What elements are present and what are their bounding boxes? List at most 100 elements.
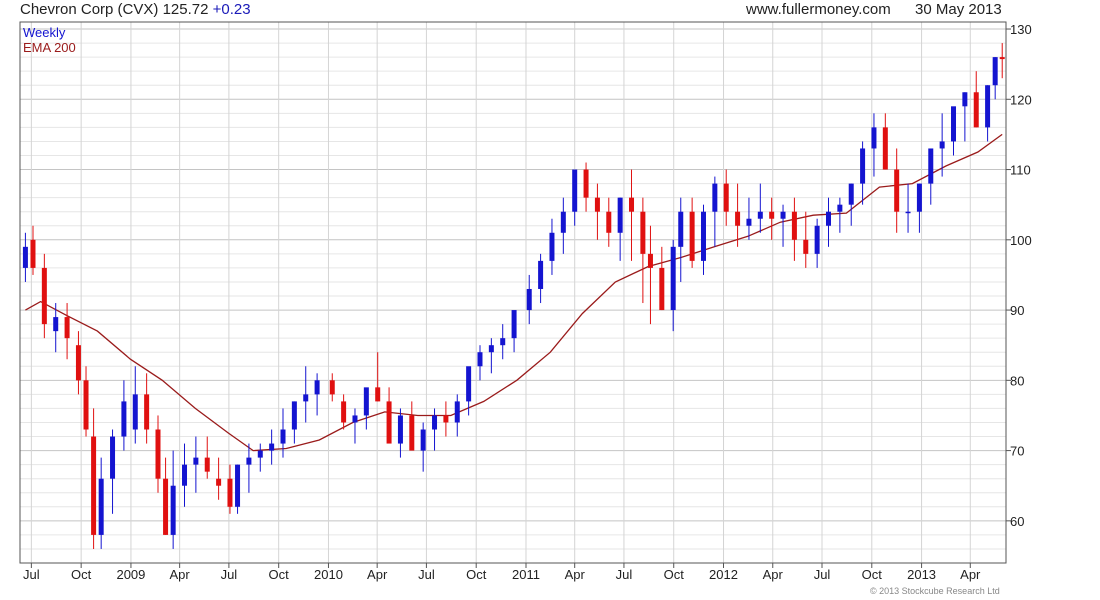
- candle-body: [757, 211, 763, 219]
- candle: [75, 331, 81, 395]
- candle: [617, 197, 623, 261]
- candle-body: [454, 401, 460, 423]
- candle: [951, 106, 957, 156]
- candle-body: [132, 394, 138, 430]
- candle-body: [594, 197, 600, 212]
- candle-body: [769, 211, 775, 219]
- candle: [454, 394, 460, 437]
- candle: [962, 92, 968, 142]
- y-tick-label: 80: [1010, 373, 1024, 388]
- candle-body: [420, 429, 426, 451]
- x-tick-label: 2011: [512, 567, 540, 582]
- candle-body: [746, 218, 752, 226]
- candle: [999, 43, 1005, 79]
- candle-body: [780, 211, 786, 219]
- candle: [204, 436, 210, 479]
- candle: [712, 176, 718, 247]
- candle: [659, 246, 665, 311]
- candle-body: [314, 380, 320, 395]
- candle-body: [951, 106, 957, 142]
- candle-body: [606, 211, 612, 233]
- legend-ema-200: EMA 200: [23, 40, 76, 55]
- candle: [257, 443, 263, 472]
- candle: [132, 366, 138, 444]
- candle: [723, 169, 729, 226]
- y-tick-label: 100: [1010, 233, 1032, 248]
- candle: [860, 141, 866, 205]
- candle: [303, 366, 309, 423]
- candle: [269, 429, 275, 465]
- candle-body: [837, 204, 843, 212]
- candle: [144, 373, 150, 444]
- candle: [432, 408, 438, 451]
- candle: [670, 239, 676, 332]
- candle-body: [144, 394, 150, 430]
- candle-body: [193, 457, 199, 465]
- candle: [928, 148, 934, 205]
- candle: [386, 387, 392, 444]
- x-tick-label: Jul: [221, 567, 238, 582]
- candle-body: [723, 183, 729, 212]
- candle-body: [791, 211, 797, 240]
- candle-body: [560, 211, 566, 233]
- candle: [170, 450, 176, 549]
- candle-body: [928, 148, 934, 184]
- candle-body: [659, 267, 665, 311]
- candle-body: [640, 211, 646, 254]
- candle-body: [235, 464, 241, 507]
- x-tick-label: 2013: [907, 567, 936, 582]
- candle: [329, 373, 335, 402]
- candle-body: [689, 211, 695, 261]
- candle-body: [83, 380, 89, 430]
- candle-body: [894, 169, 900, 212]
- candle: [837, 197, 843, 233]
- x-tick-label: Oct: [664, 567, 685, 582]
- x-tick-label: Oct: [466, 567, 487, 582]
- candle: [91, 408, 97, 549]
- candle: [594, 183, 600, 240]
- y-tick-label: 70: [1010, 444, 1024, 459]
- candle-body: [916, 183, 922, 212]
- x-tick-label: Oct: [71, 567, 92, 582]
- x-tick-label: Jul: [23, 567, 40, 582]
- candle: [193, 436, 199, 493]
- legend-weekly: Weekly: [23, 25, 66, 40]
- candle: [83, 366, 89, 437]
- price-chart: 60 70 80 90 100 110 120 130 Jul Oct 2009 Apr Jul Oct 2…: [19, 21, 1032, 582]
- candle-body: [939, 141, 945, 149]
- candle-body: [155, 429, 161, 479]
- candle-body: [647, 253, 653, 268]
- candle: [985, 85, 991, 142]
- candle-body: [280, 429, 286, 444]
- candle-body: [992, 57, 998, 86]
- candle-body: [999, 57, 1005, 60]
- candle: [882, 113, 888, 170]
- candle: [155, 415, 161, 493]
- candle-body: [526, 288, 532, 311]
- y-tick-label: 110: [1010, 163, 1031, 178]
- x-tick-label: Oct: [269, 567, 290, 582]
- candle: [64, 303, 70, 360]
- x-tick-label: 2009: [116, 567, 145, 582]
- candle: [500, 324, 506, 360]
- candle: [375, 352, 381, 402]
- candle-body: [397, 415, 403, 444]
- candle-body: [341, 401, 347, 423]
- candle: [41, 253, 47, 339]
- candle: [549, 218, 555, 275]
- candle-body: [973, 92, 979, 128]
- candle: [560, 197, 566, 254]
- candle-body: [363, 387, 369, 416]
- candle-body: [678, 211, 684, 247]
- candle-body: [291, 401, 297, 430]
- candle-body: [500, 338, 506, 346]
- y-tick-label: 120: [1010, 92, 1032, 107]
- candle-body: [803, 239, 809, 254]
- candle: [110, 429, 116, 514]
- candle-body: [163, 478, 169, 535]
- candle-body: [488, 345, 494, 353]
- candle-body: [432, 415, 438, 430]
- candle-body: [409, 415, 415, 451]
- candle: [121, 380, 127, 451]
- candle: [363, 387, 369, 430]
